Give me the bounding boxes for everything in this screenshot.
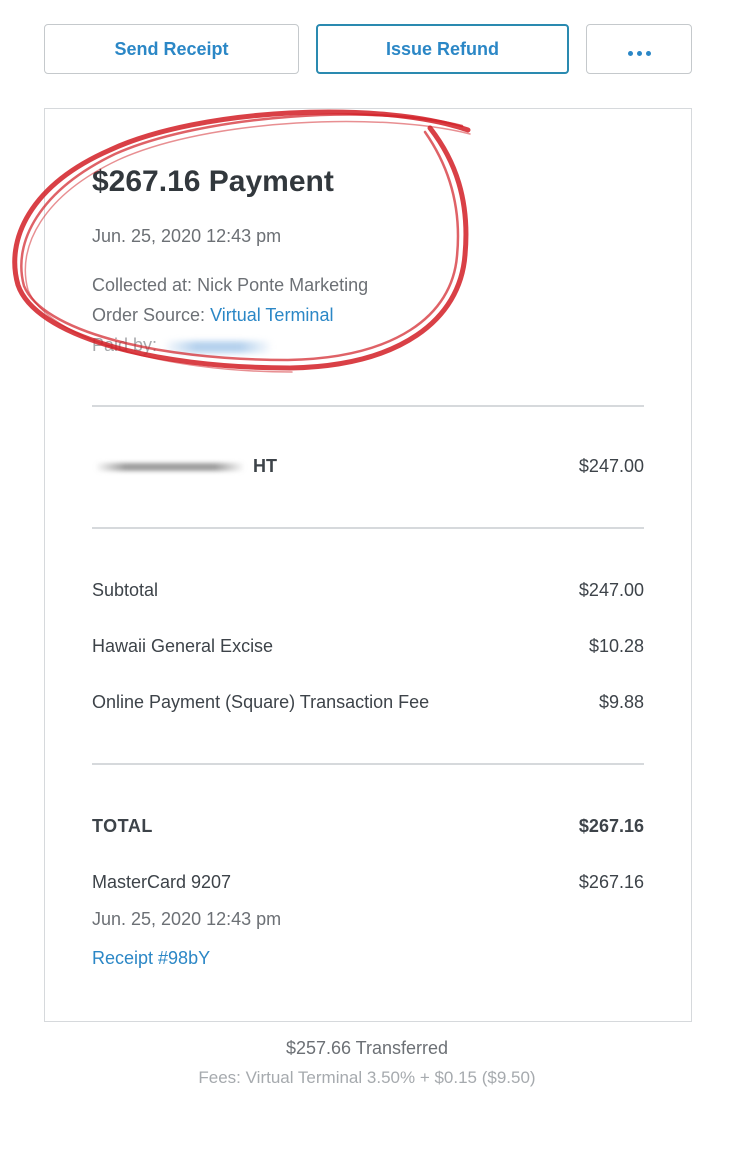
subtotal-amount: $247.00 (578, 580, 644, 600)
issue-refund-button[interactable]: Issue Refund (316, 24, 569, 74)
redacted-customer-name (163, 341, 273, 353)
collected-at-label: Collected at: (92, 275, 193, 295)
item-amount: $247.00 (578, 456, 644, 476)
transferred-amount: $257.66 Transferred (285, 1038, 449, 1058)
more-horizontal-icon (627, 50, 651, 56)
total-label: TOTAL (92, 816, 153, 836)
paid-by-label: Paid by: (92, 335, 158, 355)
receipt-link[interactable]: Receipt #98bY (92, 948, 210, 969)
fee-label: Online Payment (Square) Transaction Fee (92, 692, 430, 712)
tax-label: Hawaii General Excise (92, 636, 274, 656)
order-source: Order Source: Virtual Terminal (92, 305, 333, 326)
card-amount: $267.16 (578, 872, 644, 892)
more-options-button[interactable] (586, 24, 692, 74)
order-source-link[interactable]: Virtual Terminal (210, 305, 333, 325)
divider (92, 527, 644, 529)
paid-by: Paid by: (92, 335, 157, 357)
fees-note: Fees: Virtual Terminal 3.50% + $0.15 ($9… (198, 1068, 536, 1087)
action-toolbar: Send Receipt Issue Refund (44, 24, 692, 76)
send-receipt-button[interactable]: Send Receipt (44, 24, 299, 74)
card-label: MasterCard 9207 (92, 872, 232, 892)
total-amount: $267.16 (578, 816, 644, 836)
subtotal-label: Subtotal (92, 580, 159, 600)
item-name-suffix: HT (253, 456, 277, 476)
payment-title: $267.16 Payment (92, 165, 334, 198)
tax-amount: $10.28 (588, 636, 644, 656)
fee-amount: $9.88 (598, 692, 644, 712)
divider (92, 763, 644, 765)
payment-detail-card: $267.16 Payment Jun. 25, 2020 12:43 pm C… (44, 108, 692, 1022)
collected-at: Collected at: Nick Ponte Marketing (92, 275, 368, 296)
divider (92, 405, 644, 407)
collected-at-value: Nick Ponte Marketing (197, 275, 369, 295)
order-source-label: Order Source: (92, 305, 206, 325)
redacted-item-name (95, 463, 245, 471)
card-datetime: Jun. 25, 2020 12:43 pm (92, 909, 282, 929)
payment-datetime: Jun. 25, 2020 12:43 pm (92, 226, 282, 246)
